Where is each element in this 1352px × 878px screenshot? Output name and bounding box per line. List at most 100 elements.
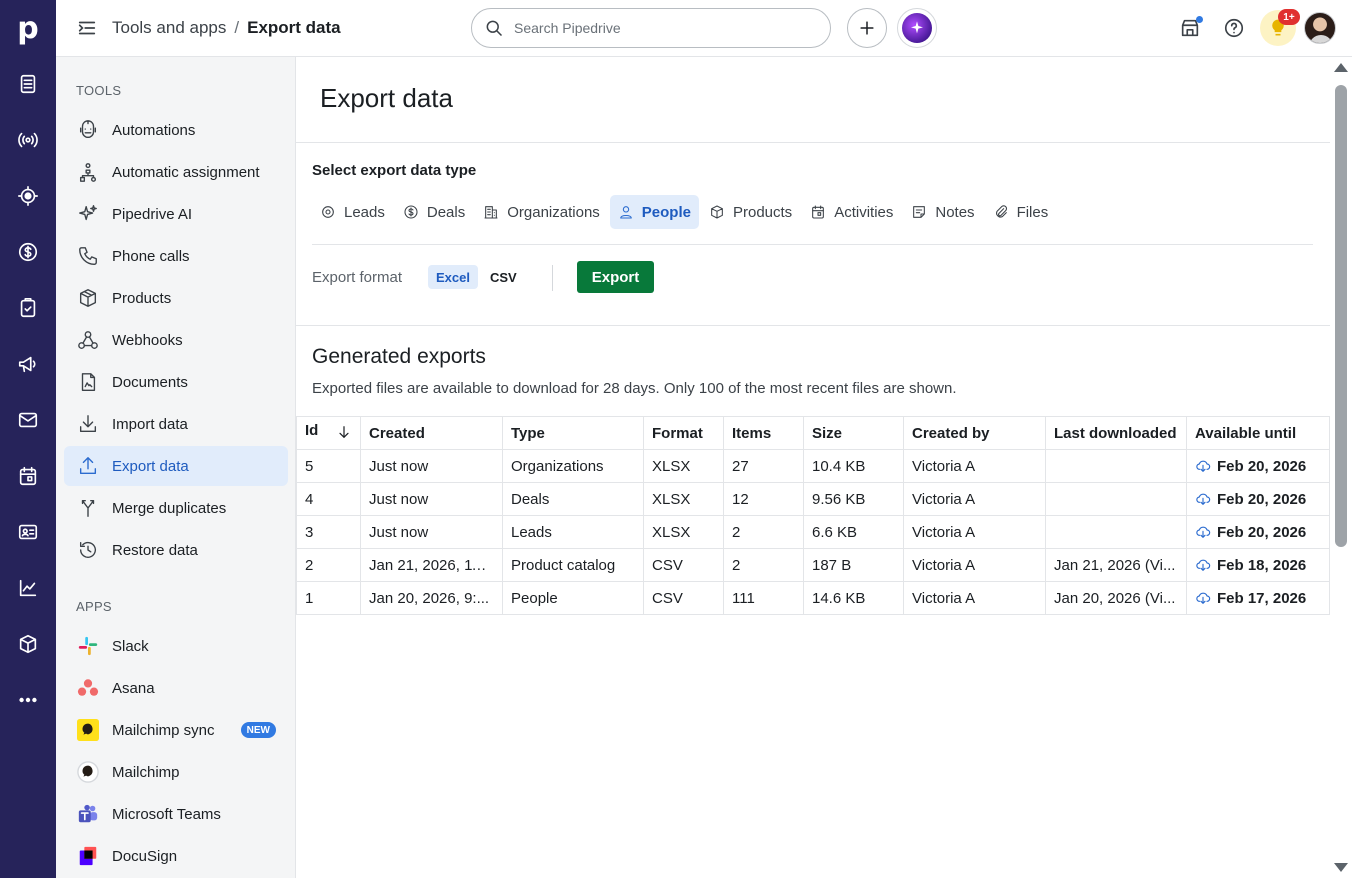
cell-type: Product catalog: [502, 548, 644, 582]
column-header-available-until[interactable]: Available until: [1186, 416, 1330, 450]
sidebar-item-webhooks[interactable]: Webhooks: [64, 320, 288, 360]
broadcast-icon[interactable]: [14, 126, 42, 154]
quick-add-button[interactable]: [847, 8, 887, 48]
cell-type: Leads: [502, 515, 644, 549]
ai-assistant-button[interactable]: [897, 8, 937, 48]
download-link[interactable]: Feb 20, 2026: [1195, 491, 1321, 508]
column-header-id[interactable]: Id: [296, 416, 361, 450]
assignment-icon: [76, 160, 100, 184]
download-link[interactable]: Feb 17, 2026: [1195, 590, 1321, 607]
download-link[interactable]: Feb 20, 2026: [1195, 524, 1321, 541]
column-header-created-by[interactable]: Created by: [903, 416, 1046, 450]
table-header-row: Id Created Type Format Items Size Create…: [296, 416, 1330, 450]
tab-files[interactable]: Files: [985, 195, 1057, 229]
help-icon[interactable]: [1220, 14, 1248, 42]
mailchimp-icon: [76, 718, 100, 742]
page-scrollbar[interactable]: [1330, 57, 1352, 878]
sidebar-item-restore-data[interactable]: Restore data: [64, 530, 288, 570]
sidebar-item-phone-calls[interactable]: Phone calls: [64, 236, 288, 276]
sidebar-item-export-data[interactable]: Export data: [64, 446, 288, 486]
cell-created-by: Victoria A: [903, 482, 1046, 516]
column-header-last-downloaded[interactable]: Last downloaded: [1045, 416, 1187, 450]
tab-deals[interactable]: Deals: [395, 195, 473, 229]
avatar[interactable]: [1304, 12, 1336, 44]
sidebar-item-import-data[interactable]: Import data: [64, 404, 288, 444]
column-header-items[interactable]: Items: [723, 416, 804, 450]
person-icon: [619, 206, 632, 219]
sidebar-item-microsoft-teams[interactable]: Microsoft Teams: [64, 794, 288, 834]
robot-icon: [76, 118, 100, 142]
tab-leads[interactable]: Leads: [312, 195, 393, 229]
products-icon[interactable]: [14, 630, 42, 658]
tab-activities[interactable]: Activities: [802, 195, 901, 229]
cell-type: Organizations: [502, 449, 644, 483]
sidebar-item-automations[interactable]: Automations: [64, 110, 288, 150]
more-icon[interactable]: [14, 686, 42, 714]
leads-inbox-icon[interactable]: [14, 70, 42, 98]
tasks-icon[interactable]: [14, 294, 42, 322]
column-header-format[interactable]: Format: [643, 416, 724, 450]
export-format-label: Export format: [312, 269, 403, 286]
breadcrumb: Tools and apps / Export data: [112, 18, 341, 38]
target-icon[interactable]: [14, 182, 42, 210]
menu-toggle-icon[interactable]: [76, 17, 100, 41]
table-row: 5 Just now Organizations XLSX 27 10.4 KB…: [296, 449, 1330, 483]
scroll-up-arrow-icon[interactable]: [1334, 63, 1348, 72]
cloud-download-icon: [1196, 592, 1211, 604]
column-header-type[interactable]: Type: [502, 416, 644, 450]
tab-organizations[interactable]: Organizations: [475, 195, 608, 229]
cloud-download-icon: [1196, 460, 1211, 472]
tab-products[interactable]: Products: [701, 195, 800, 229]
sidebar-item-slack[interactable]: Slack: [64, 626, 288, 666]
column-header-created[interactable]: Created: [360, 416, 503, 450]
sidebar-item-mailchimp[interactable]: Mailchimp: [64, 752, 288, 792]
sidebar-item-mailchimp-sync[interactable]: Mailchimp sync NEW: [64, 710, 288, 750]
calendar-icon[interactable]: [14, 462, 42, 490]
cell-id: 1: [296, 581, 361, 615]
download-link[interactable]: Feb 18, 2026: [1195, 557, 1321, 574]
column-header-size[interactable]: Size: [803, 416, 904, 450]
teams-icon: [76, 802, 100, 826]
main-nav-rail: p: [0, 0, 56, 878]
new-badge: NEW: [240, 722, 276, 738]
format-excel-option[interactable]: Excel: [428, 265, 478, 289]
sidebar-item-docusign[interactable]: DocuSign: [64, 836, 288, 876]
megaphone-icon[interactable]: [14, 350, 42, 378]
breadcrumb-parent[interactable]: Tools and apps: [112, 18, 226, 37]
cell-format: XLSX: [643, 482, 724, 516]
sidebar-item-pipedrive-ai[interactable]: Pipedrive AI: [64, 194, 288, 234]
cell-created-by: Victoria A: [903, 515, 1046, 549]
sort-arrow-down-icon[interactable]: [336, 424, 352, 444]
cell-items: 2: [723, 548, 804, 582]
scroll-down-arrow-icon[interactable]: [1334, 863, 1348, 872]
marketplace-icon[interactable]: [1176, 14, 1204, 42]
cell-last-downloaded: [1045, 515, 1187, 549]
sidebar-item-asana[interactable]: Asana: [64, 668, 288, 708]
cell-id: 4: [296, 482, 361, 516]
sidebar-item-automatic-assignment[interactable]: Automatic assignment: [64, 152, 288, 192]
download-link[interactable]: Feb 20, 2026: [1195, 458, 1321, 475]
sidebar-item-products[interactable]: Products: [64, 278, 288, 318]
generated-exports-title: Generated exports: [312, 345, 486, 368]
document-icon: [76, 370, 100, 394]
divider: [296, 325, 1330, 326]
mail-icon[interactable]: [14, 406, 42, 434]
divider: [312, 244, 1313, 245]
contacts-icon[interactable]: [14, 518, 42, 546]
insights-icon[interactable]: [14, 574, 42, 602]
export-button[interactable]: Export: [577, 261, 654, 293]
cell-size: 187 B: [803, 548, 904, 582]
note-icon: [913, 206, 926, 218]
dollar-icon: [404, 205, 418, 219]
format-csv-option[interactable]: CSV: [482, 265, 525, 289]
search-input[interactable]: [514, 20, 814, 36]
scrollbar-thumb[interactable]: [1335, 85, 1347, 547]
cell-items: 111: [723, 581, 804, 615]
pipedrive-logo[interactable]: p: [0, 0, 56, 56]
tab-notes[interactable]: Notes: [903, 195, 982, 229]
tab-people[interactable]: People: [609, 195, 699, 229]
sidebar-item-documents[interactable]: Documents: [64, 362, 288, 402]
dollar-icon[interactable]: [14, 238, 42, 266]
search-box[interactable]: [471, 8, 831, 48]
sidebar-item-merge-duplicates[interactable]: Merge duplicates: [64, 488, 288, 528]
